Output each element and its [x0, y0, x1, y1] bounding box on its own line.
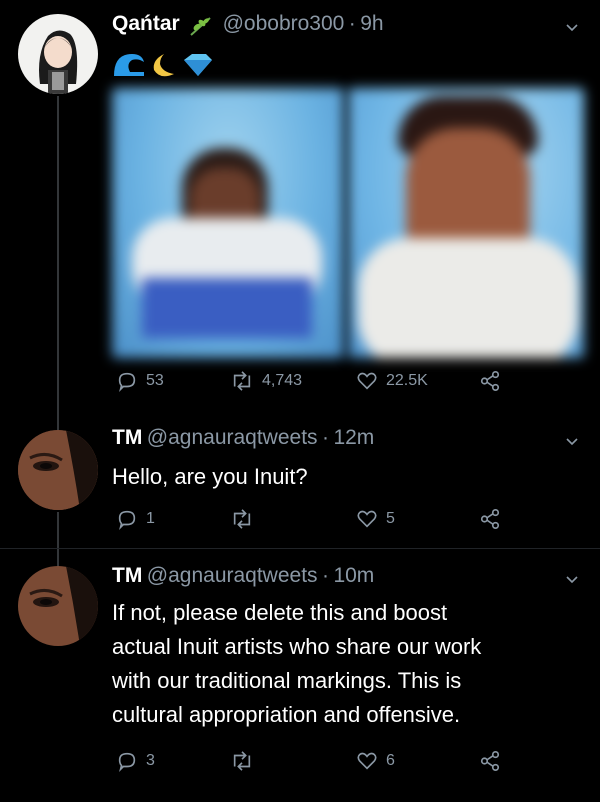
reply-button[interactable]: 53: [116, 370, 164, 392]
tweet-text-line: cultural appropriation and offensive.: [112, 702, 461, 727]
like-count: 22.5K: [386, 372, 428, 389]
retweet-count: 4,743: [262, 372, 303, 389]
tweet-text: If not, please delete this and boost act…: [112, 596, 481, 732]
share-button[interactable]: [478, 508, 502, 530]
reply-button[interactable]: 1: [116, 508, 155, 530]
tweet-actions: 53 4,743 22.5K: [116, 370, 516, 398]
share-icon: [480, 509, 500, 529]
chevron-down-icon[interactable]: [566, 22, 578, 34]
tweet-text-line: with our traditional markings. This is: [112, 668, 462, 693]
handle[interactable]: @agnauraqtweets: [147, 426, 318, 449]
share-icon: [480, 371, 500, 391]
reply-header: TM @agnauraqtweets · 10m: [112, 564, 374, 588]
emoji-icons: [112, 50, 216, 80]
avatar[interactable]: [18, 430, 98, 510]
separator: ·: [348, 12, 356, 35]
display-name[interactable]: Qańtar: [112, 12, 180, 35]
reply-header: TM @agnauraqtweets · 12m: [112, 426, 374, 450]
share-button[interactable]: [478, 750, 502, 772]
separator: ·: [322, 564, 329, 587]
divider: [0, 548, 600, 549]
share-icon: [480, 751, 500, 771]
thread-line: [57, 512, 59, 572]
retweet-button[interactable]: [230, 750, 254, 772]
emoji-line: 🌊🌙💎: [112, 48, 113, 49]
like-count: 6: [386, 752, 395, 769]
retweet-icon: [233, 751, 251, 771]
tweet-text-line: actual Inuit artists who share our work: [112, 634, 482, 659]
retweet-icon: [233, 371, 251, 391]
avatar[interactable]: [18, 14, 98, 94]
reply-button[interactable]: 3: [116, 750, 155, 772]
avatar[interactable]: [18, 566, 98, 646]
retweet-icon: [233, 509, 251, 529]
separator: ·: [322, 426, 329, 449]
display-name[interactable]: TM: [112, 426, 142, 449]
like-button[interactable]: 22.5K: [356, 370, 428, 392]
reply-icon: [118, 510, 136, 530]
reply-count: 1: [146, 510, 155, 527]
like-button[interactable]: 5: [356, 508, 395, 530]
like-button[interactable]: 6: [356, 750, 395, 772]
tweet-header: Qańtar @obobro300 · 9h: [112, 12, 384, 37]
like-count: 5: [386, 510, 395, 527]
media-image-left[interactable]: [112, 88, 344, 358]
retweet-button[interactable]: [230, 508, 254, 530]
like-icon: [357, 510, 377, 528]
tweet-actions: 1 5: [116, 508, 516, 536]
thread-line: [57, 96, 59, 436]
reply-icon: [118, 372, 136, 392]
chevron-down-icon[interactable]: [566, 436, 578, 448]
like-icon: [357, 752, 377, 770]
timestamp[interactable]: 12m: [333, 426, 374, 449]
reply-icon: [118, 752, 136, 772]
timestamp[interactable]: 10m: [333, 564, 374, 587]
display-name[interactable]: TM: [112, 564, 142, 587]
handle[interactable]: @obobro300: [223, 12, 345, 35]
reply-count: 53: [146, 372, 164, 389]
tweet-text-line: If not, please delete this and boost: [112, 600, 448, 625]
share-button[interactable]: [478, 370, 502, 392]
handle[interactable]: @agnauraqtweets: [147, 564, 318, 587]
like-icon: [357, 372, 377, 390]
retweet-button[interactable]: 4,743: [230, 370, 302, 392]
media-image-right[interactable]: [348, 88, 584, 358]
tweet-actions: 3 6: [116, 750, 516, 778]
leaf-emoji-icon: [188, 15, 214, 37]
timestamp[interactable]: 9h: [360, 12, 383, 35]
reply-count: 3: [146, 752, 155, 769]
chevron-down-icon[interactable]: [566, 574, 578, 586]
tweet-text: Hello, are you Inuit?: [112, 464, 308, 489]
